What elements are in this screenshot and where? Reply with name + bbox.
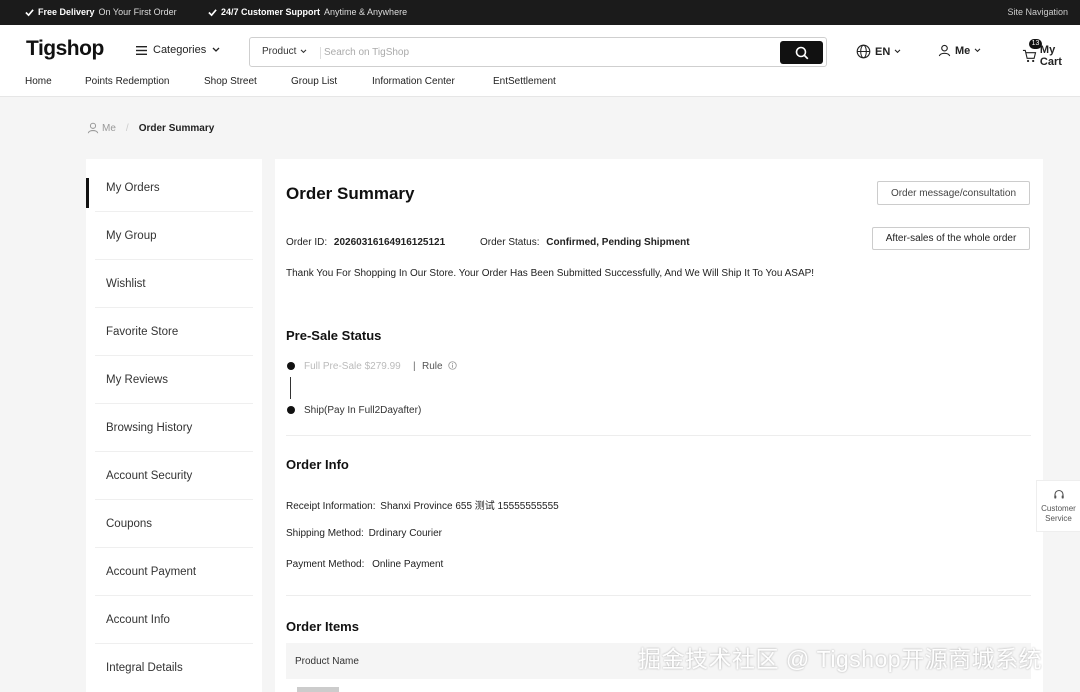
menu-icon	[136, 45, 147, 55]
shipping-value: Drdinary Courier	[368, 528, 442, 539]
search-bar: Product	[249, 37, 827, 67]
payment-method: Payment Method: Online Payment	[286, 559, 443, 570]
order-items-title: Order Items	[286, 619, 359, 634]
customer-service-button[interactable]: Customer Service	[1036, 480, 1080, 532]
watermark: 掘金技术社区 @ Tigshop开源商城系统	[638, 646, 1043, 672]
sidebar-item-favorite-store[interactable]: Favorite Store	[95, 308, 253, 356]
timeline-connector	[290, 377, 291, 399]
globe-icon	[856, 44, 871, 59]
shipping-label: Shipping Method:	[286, 528, 364, 539]
search-button[interactable]	[780, 41, 823, 64]
chevron-down-icon	[212, 47, 220, 52]
promo-support: 24/7 Customer Support Anytime & Anywhere	[208, 7, 407, 17]
order-id-label: Order ID:	[286, 237, 328, 248]
check-icon	[25, 8, 34, 16]
sidebar-item-account-security[interactable]: Account Security	[95, 452, 253, 500]
rule-label: Rule	[422, 361, 443, 372]
order-id-value: 20260316164916125121	[333, 237, 446, 248]
search-input[interactable]	[324, 43, 764, 61]
column-product-name: Product Name	[295, 656, 359, 667]
shipping-method: Shipping Method: Drdinary Courier	[286, 528, 442, 539]
breadcrumb: Me / Order Summary	[87, 122, 214, 134]
site-navigation-link[interactable]: Site Navigation	[1007, 7, 1068, 17]
page-title: Order Summary	[286, 184, 415, 203]
breadcrumb-separator: /	[125, 122, 129, 134]
categories-label: Categories	[153, 44, 207, 56]
promo-free-delivery: Free Delivery On Your First Order	[25, 7, 177, 17]
product-thumbnail[interactable]	[297, 687, 339, 692]
user-icon	[87, 122, 99, 134]
logo[interactable]: Tigshop	[26, 37, 104, 61]
search-scope-select[interactable]: Product	[262, 46, 307, 57]
presale-rule-link[interactable]: Rule	[422, 361, 458, 372]
presale-separator: |	[413, 361, 416, 372]
check-icon	[208, 8, 217, 16]
order-summary-panel: Order Summary Order message/consultation…	[275, 159, 1043, 692]
divider	[320, 47, 321, 59]
sidebar-item-browsing-history[interactable]: Browsing History	[95, 404, 253, 452]
promo-title: 24/7 Customer Support	[221, 7, 321, 17]
breadcrumb-current: Order Summary	[138, 122, 215, 134]
order-thanks-message: Thank You For Shopping In Our Store. You…	[286, 268, 815, 279]
presale-step-ship: Ship(Pay In Full2Dayafter)	[304, 405, 422, 416]
language-selector[interactable]: EN	[856, 44, 901, 59]
order-id: Order ID: 20260316164916125121	[286, 237, 445, 248]
receipt-label: Receipt Information:	[286, 501, 376, 512]
sidebar-item-integral-details[interactable]: Integral Details	[95, 644, 253, 692]
nav-home[interactable]: Home	[25, 76, 52, 87]
search-scope-label: Product	[262, 46, 297, 57]
sidebar-item-wishlist[interactable]: Wishlist	[95, 260, 253, 308]
section-divider	[286, 595, 1031, 596]
cart-label: My Cart	[1039, 44, 1062, 68]
presale-title: Pre-Sale Status	[286, 328, 382, 343]
payment-value: Online Payment	[372, 559, 444, 570]
sidebar-item-account-info[interactable]: Account Info	[95, 596, 253, 644]
order-info-title: Order Info	[286, 457, 349, 472]
nav-information-center[interactable]: Information Center	[372, 76, 455, 87]
timeline-dot	[287, 362, 295, 370]
order-message-button[interactable]: Order message/consultation	[877, 181, 1030, 205]
info-icon	[448, 361, 458, 370]
chevron-down-icon	[974, 48, 981, 53]
promo-text: On Your First Order	[98, 7, 177, 17]
headset-icon	[1053, 489, 1064, 499]
nav-points-redemption[interactable]: Points Redemption	[85, 76, 170, 87]
sidebar-item-coupons[interactable]: Coupons	[95, 500, 253, 548]
timeline-dot	[287, 406, 295, 414]
account-label: Me	[955, 44, 971, 57]
user-icon	[938, 44, 951, 57]
nav-entsettlement[interactable]: EntSettlement	[493, 76, 556, 87]
presale-step-full: Full Pre-Sale $279.99	[304, 361, 401, 372]
sidebar-item-my-group[interactable]: My Group	[95, 212, 253, 260]
customer-service-label: Customer	[1041, 504, 1076, 513]
sidebar-item-my-reviews[interactable]: My Reviews	[95, 356, 253, 404]
language-label: EN	[875, 45, 891, 58]
customer-service-label: Service	[1045, 514, 1072, 523]
receipt-information: Receipt Information: Shanxi Province 655…	[286, 497, 559, 512]
chevron-down-icon	[301, 49, 307, 54]
cart-icon	[1022, 49, 1037, 63]
cart-count-badge: 13	[1029, 39, 1042, 49]
nav-group-list[interactable]: Group List	[291, 76, 337, 87]
receipt-value: Shanxi Province 655 测试 15555555555	[380, 501, 559, 512]
sidebar-item-my-orders[interactable]: My Orders	[86, 164, 253, 212]
account-sidebar: My Orders My Group Wishlist Favorite Sto…	[86, 159, 262, 692]
promo-text: Anytime & Anywhere	[324, 7, 408, 17]
header: Tigshop Categories Product EN Me My Cart…	[0, 25, 1080, 97]
top-promo-bar: Free Delivery On Your First Order 24/7 C…	[0, 0, 1080, 25]
order-status: Order Status: Confirmed, Pending Shipmen…	[480, 237, 690, 248]
payment-label: Payment Method:	[286, 559, 365, 570]
sidebar-item-account-payment[interactable]: Account Payment	[95, 548, 253, 596]
section-divider	[286, 435, 1031, 436]
search-icon	[795, 46, 808, 59]
nav-shop-street[interactable]: Shop Street	[204, 76, 257, 87]
categories-menu[interactable]: Categories	[136, 44, 220, 56]
promo-title: Free Delivery	[38, 7, 95, 17]
breadcrumb-me[interactable]: Me	[102, 123, 116, 134]
after-sales-button[interactable]: After-sales of the whole order	[872, 227, 1030, 250]
account-menu[interactable]: Me	[938, 44, 981, 57]
chevron-down-icon	[894, 49, 901, 54]
order-status-label: Order Status:	[480, 237, 540, 248]
order-status-value: Confirmed, Pending Shipment	[546, 237, 690, 248]
